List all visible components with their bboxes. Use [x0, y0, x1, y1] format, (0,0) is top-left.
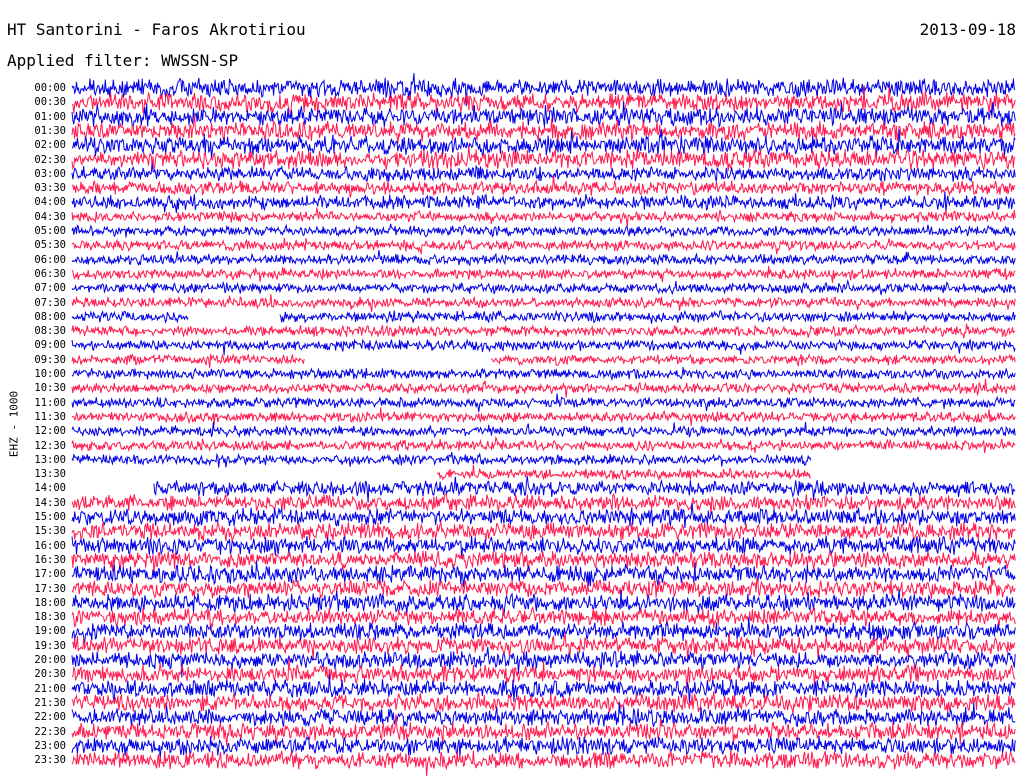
trace-row — [71, 294, 1016, 312]
trace-row — [71, 560, 1016, 587]
trace-row — [71, 338, 1016, 356]
trace-row — [71, 323, 1016, 339]
trace-row — [71, 278, 1016, 296]
trace-row — [71, 192, 1016, 214]
trace-row — [71, 378, 1016, 398]
trace-row — [71, 422, 1016, 439]
trace-row — [71, 492, 1016, 516]
trace-row — [71, 175, 1016, 198]
trace-row — [71, 452, 812, 468]
trace-row — [71, 266, 1016, 283]
trace-row — [436, 464, 811, 482]
trace-row — [71, 366, 1016, 382]
trace-row — [71, 237, 1016, 255]
trace-row — [71, 521, 1016, 542]
trace-row — [71, 393, 1016, 412]
trace-row — [71, 435, 1016, 454]
trace-row — [71, 748, 1016, 776]
trace-row — [71, 309, 1016, 324]
trace-row — [71, 606, 1016, 631]
trace-row — [71, 353, 1016, 368]
trace-row — [71, 702, 1016, 728]
trace-row — [71, 207, 1016, 228]
trace-row — [71, 101, 1016, 129]
trace-row — [71, 146, 1016, 172]
helicorder-plot — [71, 73, 1016, 776]
trace-row — [71, 223, 1016, 238]
trace-row — [71, 735, 1016, 760]
trace-row — [71, 162, 1016, 183]
trace-row — [71, 250, 1016, 267]
trace-row — [71, 616, 1016, 645]
